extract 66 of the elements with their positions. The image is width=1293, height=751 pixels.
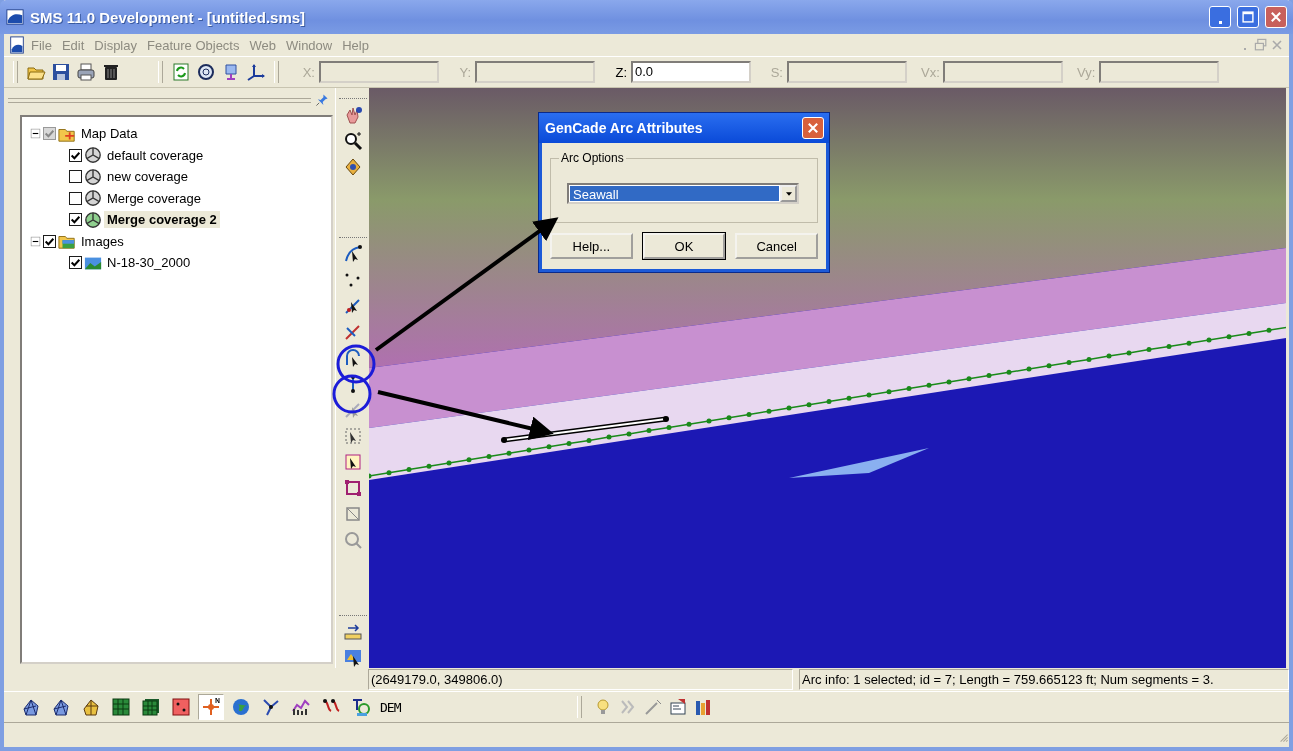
close-icon <box>1269 10 1283 24</box>
coverage-icon <box>84 189 102 208</box>
collapse-icon[interactable] <box>30 235 41 247</box>
window-title: SMS 11.0 Development - [untitled.sms] <box>30 8 307 26</box>
arc-type-dropdown[interactable]: Seawall <box>567 183 799 204</box>
zoom-frame-icon[interactable] <box>196 62 216 82</box>
refresh-icon[interactable] <box>171 62 191 82</box>
coverage-icon <box>84 167 102 186</box>
zoom-icon[interactable] <box>342 131 363 151</box>
mesh-module-icon <box>51 697 71 717</box>
grid-3d-module-icon <box>141 697 161 717</box>
mesh-module-icon <box>21 697 41 717</box>
close-button[interactable] <box>802 117 824 139</box>
cursor-coordinates: (2649179.0, 349806.0) <box>368 669 793 690</box>
get-info-icon[interactable] <box>342 648 363 668</box>
checkbox[interactable] <box>69 256 82 270</box>
group-label: Arc Options <box>560 151 625 165</box>
tree-item[interactable]: Images <box>78 232 127 250</box>
print-icon[interactable] <box>76 62 96 82</box>
tree-item[interactable]: N-18-30_2000 <box>104 254 194 272</box>
field-label: Z: <box>614 64 627 80</box>
dialog-title: GenCade Arc Attributes <box>545 120 704 136</box>
coverage-icon <box>84 210 102 229</box>
pin-icon[interactable] <box>315 93 329 107</box>
polygon-select-icon[interactable] <box>342 426 363 446</box>
app-logo-icon <box>6 8 24 26</box>
coordinate-field[interactable]: 0.0 <box>631 61 751 83</box>
annotation-circle <box>332 374 372 414</box>
maximize-button[interactable] <box>1237 6 1259 28</box>
network-icon <box>261 697 281 717</box>
dialog-button[interactable]: Cancel <box>735 233 818 259</box>
field-label: S: <box>769 64 783 80</box>
measure-icon[interactable] <box>342 622 363 642</box>
checkbox[interactable] <box>43 234 56 248</box>
arc-info: Arc info: 1 selected; id = 7; Length = 759.665123 ft; Num segments = 3. <box>799 669 1289 690</box>
form-icon[interactable] <box>668 697 689 717</box>
field-label: Y: <box>458 64 471 80</box>
scatter-module-icon <box>171 697 191 717</box>
document-icon <box>8 36 26 54</box>
coverage-icon <box>84 146 102 165</box>
field-label: X: <box>301 64 315 80</box>
axes-icon[interactable] <box>246 62 266 82</box>
dialog-button[interactable]: Help... <box>550 233 633 259</box>
map-module-icon <box>201 697 221 717</box>
chart-icon <box>291 697 311 717</box>
minimize-icon <box>1217 21 1224 24</box>
dialog-button[interactable]: OK <box>642 233 726 259</box>
maximize-icon <box>1241 10 1255 24</box>
save-icon[interactable] <box>51 62 71 82</box>
polygon-select-icon[interactable] <box>342 452 363 472</box>
annotation-circle <box>336 344 376 384</box>
select-arc-icon[interactable] <box>342 244 363 264</box>
polygon-icon[interactable] <box>342 478 363 498</box>
globe-icon <box>231 697 251 717</box>
selected-arc[interactable] <box>501 416 669 443</box>
field-label: Vx: <box>921 64 939 80</box>
annotation-icon <box>351 697 371 717</box>
close-icon <box>806 121 820 135</box>
minimize-button[interactable] <box>1209 6 1231 28</box>
field-label: Vy: <box>1077 64 1095 80</box>
dem-module-button[interactable]: DEM <box>378 694 403 720</box>
feature-arc[interactable] <box>369 326 1286 479</box>
close-button[interactable] <box>1265 6 1287 28</box>
trash-icon[interactable] <box>101 62 121 82</box>
grid-module-icon <box>111 697 131 717</box>
quadtree-module-icon <box>81 697 101 717</box>
